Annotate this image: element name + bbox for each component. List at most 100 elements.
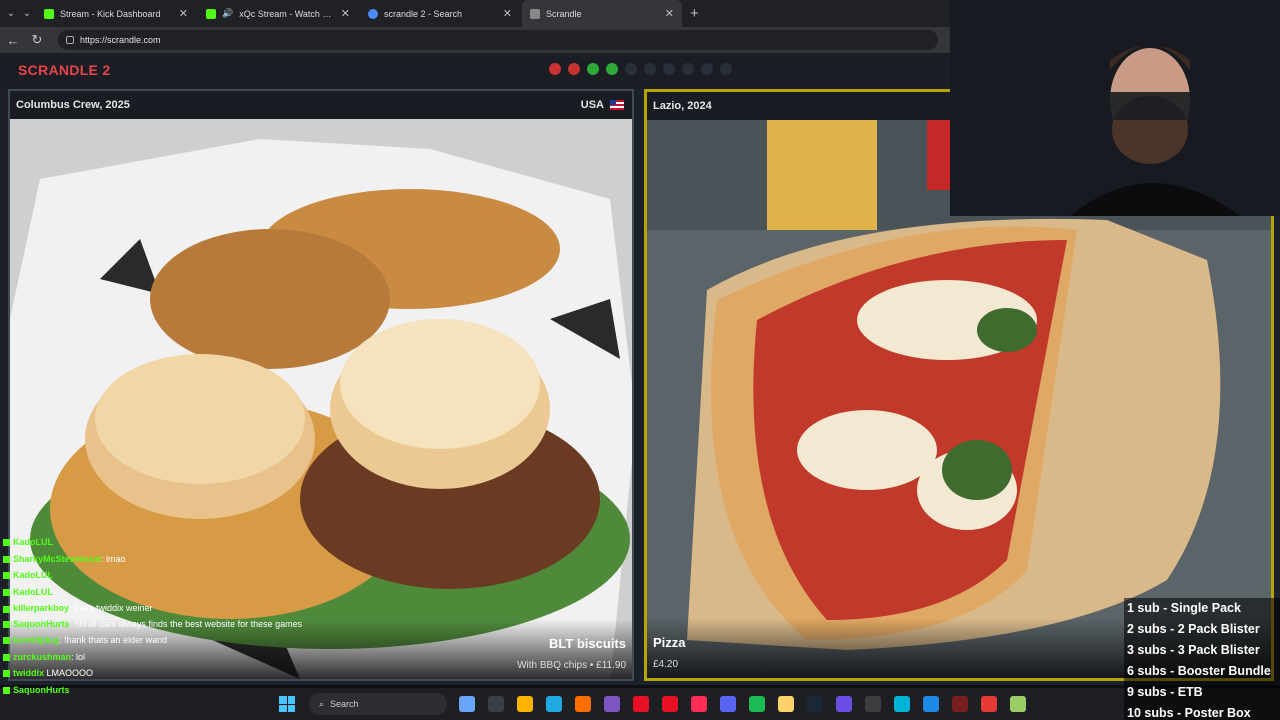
food-name: Pizza bbox=[653, 635, 686, 650]
taskbar-app-icon[interactable] bbox=[459, 696, 475, 712]
chat-badge-icon bbox=[3, 605, 10, 613]
usa-flag-icon bbox=[610, 100, 624, 111]
card-location: Columbus Crew, 2025 bbox=[16, 99, 130, 111]
taskbar-app-icon[interactable] bbox=[720, 696, 736, 712]
sub-goal-item: 9 subs - ETB bbox=[1124, 682, 1280, 703]
browser-tab[interactable]: scrandle 2 - Search ✕ bbox=[360, 0, 520, 27]
chat-message: kermitplug: !hank thats an elder wand bbox=[0, 632, 330, 649]
tab-label: scrandle 2 - Search bbox=[384, 8, 463, 19]
chat-username[interactable]: zurckushman bbox=[13, 652, 71, 662]
chat-badge-icon bbox=[3, 621, 10, 629]
close-icon[interactable]: ✕ bbox=[179, 7, 188, 20]
sub-goal-item: 3 subs - 3 Pack Blister bbox=[1124, 640, 1280, 661]
close-icon[interactable]: ✕ bbox=[665, 7, 674, 20]
taskbar-app-icon[interactable] bbox=[836, 696, 852, 712]
food-name: BLT biscuits bbox=[548, 636, 626, 651]
taskbar-app-icon[interactable] bbox=[691, 696, 707, 712]
browser-tab[interactable]: Stream - Kick Dashboard ✕ bbox=[36, 0, 196, 27]
chat-text: : thats twiddix weiner bbox=[69, 603, 153, 614]
taskbar-app-icon[interactable] bbox=[1010, 696, 1026, 712]
sub-goals-overlay: 1 sub - Single Pack 2 subs - 2 Pack Blist… bbox=[1124, 598, 1280, 720]
taskbar-app-icon[interactable] bbox=[981, 696, 997, 712]
chat-username[interactable]: KadoLUL bbox=[13, 537, 53, 547]
progress-dot bbox=[720, 63, 732, 75]
chat-username[interactable]: killerparkboy bbox=[13, 603, 69, 613]
taskbar-app-icon[interactable] bbox=[923, 696, 939, 712]
kick-favicon-icon bbox=[206, 8, 216, 19]
kick-favicon-icon bbox=[44, 8, 54, 19]
chat-username[interactable]: twiddix bbox=[13, 668, 44, 678]
taskbar-app-icon[interactable] bbox=[633, 696, 649, 712]
stream-chat-overlay: KadoLUL SharkyMcStevenson: lmao KadoLUL Kad… bbox=[0, 534, 330, 698]
card-country: USA bbox=[581, 99, 624, 111]
taskbar-app-icon[interactable] bbox=[575, 696, 591, 712]
taskbar-app-icon[interactable] bbox=[604, 696, 620, 712]
taskbar-app-icon[interactable] bbox=[894, 696, 910, 712]
card-header: Lazio, 2024 bbox=[647, 92, 1271, 120]
speaker-icon[interactable]: 🔊 bbox=[222, 8, 233, 19]
address-bar[interactable]: https://scrandle.com bbox=[58, 30, 938, 50]
new-tab-button[interactable]: + bbox=[690, 5, 699, 22]
site-info-icon[interactable] bbox=[66, 36, 74, 44]
chat-badge-icon bbox=[3, 539, 10, 547]
close-icon[interactable]: ✕ bbox=[503, 7, 512, 20]
chat-text: LMAOOOO bbox=[44, 668, 94, 679]
chat-message: SaquonHurts: !thrall dani always finds t… bbox=[0, 617, 330, 632]
chat-badge-icon bbox=[3, 637, 10, 645]
tab-search-icon[interactable]: ⌄ bbox=[4, 7, 18, 21]
reload-icon[interactable]: ↻ bbox=[30, 32, 44, 48]
taskbar-app-icon[interactable] bbox=[865, 696, 881, 712]
sub-goal-item: 2 subs - 2 Pack Blister bbox=[1124, 619, 1280, 640]
chat-badge-icon bbox=[3, 572, 10, 580]
tab-label: xQc Stream - Watch Live on K bbox=[239, 8, 335, 19]
progress-dot bbox=[625, 63, 637, 75]
browser-tab-active[interactable]: Scrandle ✕ bbox=[522, 0, 682, 27]
food-subtitle: With BBQ chips • £11.90 bbox=[517, 660, 626, 671]
tab-label: Scrandle bbox=[546, 8, 582, 19]
progress-dot bbox=[587, 63, 599, 75]
scrandle-logo[interactable]: SCRANDLE 2 bbox=[18, 62, 110, 78]
chat-text: : !hank thats an elder wand bbox=[59, 634, 168, 645]
taskbar-app-icon[interactable] bbox=[662, 696, 678, 712]
tab-list-icon[interactable]: ⌄ bbox=[20, 7, 34, 21]
chat-username[interactable]: SharkyMcStevenson bbox=[13, 554, 101, 564]
chat-username[interactable]: SaquonHurts bbox=[13, 685, 70, 695]
chat-text: : !thrall dani always finds the best web… bbox=[69, 618, 303, 629]
browser-tab[interactable]: 🔊 xQc Stream - Watch Live on K ✕ bbox=[198, 0, 358, 27]
taskbar-app-icon[interactable] bbox=[778, 696, 794, 712]
tab-label: Stream - Kick Dashboard bbox=[60, 8, 161, 19]
progress-dot bbox=[682, 63, 694, 75]
chat-username[interactable]: KadoLUL bbox=[13, 570, 53, 580]
taskbar-search-placeholder: Search bbox=[330, 699, 359, 709]
progress-dot bbox=[568, 63, 580, 75]
chat-badge-icon bbox=[3, 670, 10, 678]
chat-badge-icon bbox=[3, 686, 10, 694]
taskbar-app-icon[interactable] bbox=[546, 696, 562, 712]
taskbar-app-icon[interactable] bbox=[488, 696, 504, 712]
progress-dot bbox=[606, 63, 618, 75]
chat-message: SharkyMcStevenson: lmao bbox=[0, 551, 330, 568]
taskbar-app-icon[interactable] bbox=[952, 696, 968, 712]
chat-text: : lol bbox=[71, 651, 86, 662]
browser-tab-bar: ⌄ ⌄ Stream - Kick Dashboard ✕ 🔊 xQc Stre… bbox=[0, 0, 950, 27]
chat-message: zurckushman: lol bbox=[0, 649, 330, 666]
taskbar-app-icon[interactable] bbox=[807, 696, 823, 712]
chat-message: KadoLUL bbox=[0, 534, 330, 551]
chat-text: : lmao bbox=[101, 553, 126, 564]
taskbar-app-icon[interactable] bbox=[517, 696, 533, 712]
screen: ⌄ ⌄ Stream - Kick Dashboard ✕ 🔊 xQc Stre… bbox=[0, 0, 1280, 720]
chat-message: SaquonHurts bbox=[0, 682, 330, 699]
sub-goal-item: 6 subs - Booster Bundle bbox=[1124, 661, 1280, 682]
taskbar-app-icon[interactable] bbox=[749, 696, 765, 712]
chat-username[interactable]: KadoLUL bbox=[13, 587, 53, 597]
chat-username[interactable]: SaquonHurts bbox=[13, 619, 70, 629]
close-icon[interactable]: ✕ bbox=[341, 7, 350, 20]
search-icon: ⌕ bbox=[319, 698, 325, 709]
chat-message: twiddix LMAOOOO bbox=[0, 665, 330, 682]
back-icon[interactable]: ← bbox=[6, 33, 20, 48]
card-location: Lazio, 2024 bbox=[653, 100, 712, 112]
sub-goal-item: 10 subs - Poster Box bbox=[1124, 703, 1280, 720]
windows-start-icon[interactable] bbox=[279, 696, 295, 712]
chat-badge-icon bbox=[3, 555, 10, 563]
chat-username[interactable]: kermitplug bbox=[13, 635, 59, 645]
